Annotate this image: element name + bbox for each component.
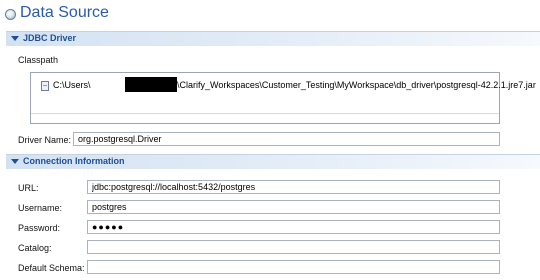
redacted-username bbox=[125, 77, 177, 92]
classpath-list[interactable]: C:\Users\ \Clarify_Workspaces\Customer_T… bbox=[30, 72, 536, 124]
connection-info-section-title: Connection Information bbox=[23, 156, 125, 166]
collapse-triangle-icon[interactable] bbox=[11, 36, 19, 41]
default-schema-field[interactable] bbox=[87, 260, 500, 274]
driver-name-label: Driver Name: bbox=[18, 135, 72, 145]
jdbc-driver-section-header[interactable]: JDBC Driver bbox=[6, 31, 540, 46]
jdbc-driver-section-title: JDBC Driver bbox=[23, 33, 77, 43]
list-divider bbox=[31, 113, 499, 114]
password-field[interactable] bbox=[87, 220, 500, 234]
password-label: Password: bbox=[18, 223, 61, 233]
catalog-label: Catalog: bbox=[18, 243, 52, 253]
catalog-field[interactable] bbox=[87, 240, 500, 254]
driver-name-field[interactable] bbox=[73, 132, 500, 146]
username-field[interactable] bbox=[87, 200, 500, 214]
username-label: Username: bbox=[18, 203, 63, 213]
url-field[interactable] bbox=[87, 180, 500, 194]
page-title: Data Source bbox=[20, 4, 109, 21]
data-source-icon bbox=[5, 9, 16, 20]
classpath-entry-suffix: \Clarify_Workspaces\Customer_Testing\MyW… bbox=[177, 80, 536, 90]
connection-info-section-header[interactable]: Connection Information bbox=[6, 154, 540, 169]
classpath-entry-prefix: C:\Users\ bbox=[53, 80, 91, 90]
collapse-triangle-icon[interactable] bbox=[11, 159, 19, 164]
jar-file-icon bbox=[41, 81, 49, 91]
classpath-label: Classpath bbox=[18, 55, 59, 65]
default-schema-label: Default Schema: bbox=[18, 263, 85, 273]
url-label: URL: bbox=[18, 183, 39, 193]
